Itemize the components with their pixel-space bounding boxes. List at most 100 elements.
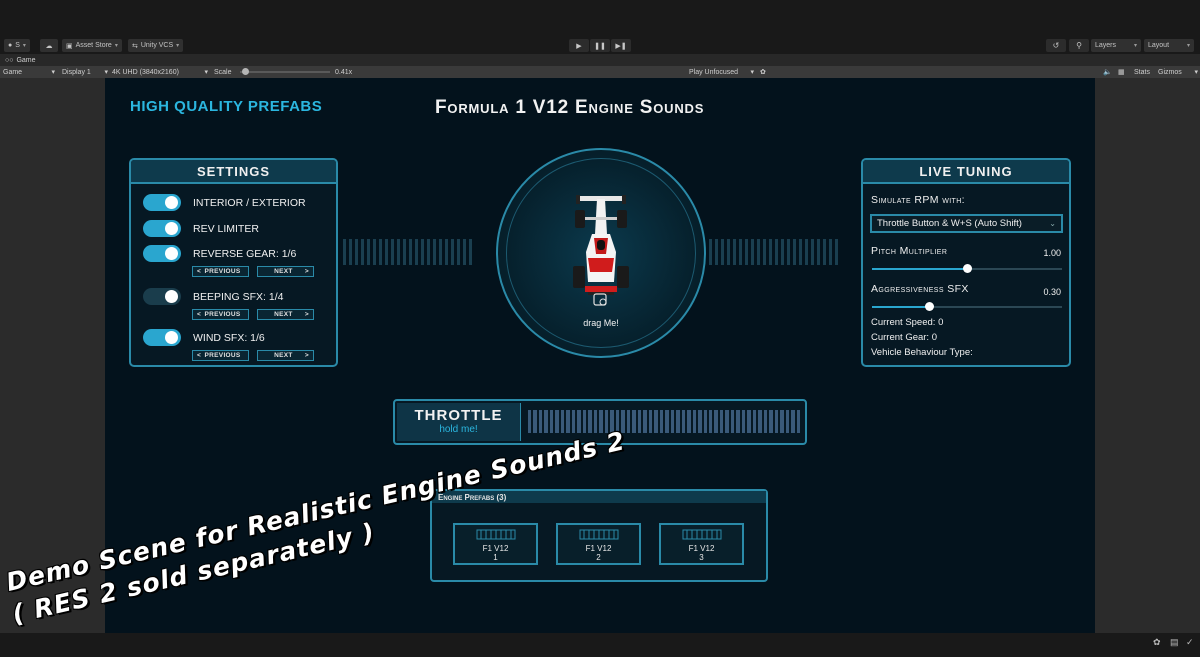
pitch-slider-knob[interactable] xyxy=(963,264,972,273)
setting-beeping-sfx: BEEPING SFX: 1/4 xyxy=(143,288,283,305)
play-mode-select[interactable]: Play Unfocused ▾ xyxy=(689,67,754,77)
drag-label: drag Me! xyxy=(583,318,619,328)
vcs-label: Unity VCS xyxy=(140,42,174,49)
vcs-dropdown[interactable]: ⇆ Unity VCS ▾ xyxy=(128,39,184,52)
scale-slider-knob[interactable] xyxy=(241,68,249,75)
previous-button[interactable]: < PREVIOUS xyxy=(192,309,249,320)
engine-icon xyxy=(682,529,721,540)
prefab-name: F1 V12 xyxy=(482,544,509,553)
toggle-knob xyxy=(165,222,178,235)
current-speed: Current Speed: 0 xyxy=(871,317,944,328)
wind-sfx-nav: < PREVIOUS NEXT > xyxy=(192,350,314,361)
cloud-icon: ☁ xyxy=(45,42,53,50)
setting-label: INTERIOR / EXTERIOR xyxy=(193,196,306,209)
next-button[interactable]: NEXT > xyxy=(257,350,314,361)
pause-button[interactable]: ❚❚ xyxy=(590,39,610,52)
throttle-subtitle: hold me! xyxy=(439,424,478,435)
chevron-right-icon: > xyxy=(304,311,309,318)
play-button[interactable]: ▶ xyxy=(569,39,589,52)
view-select[interactable]: Game ▾ xyxy=(3,67,55,77)
setting-label: REVERSE GEAR: 1/6 xyxy=(193,247,297,260)
chevron-down-icon: ▾ xyxy=(750,69,754,76)
game-tab-bar: ○○ Game xyxy=(0,54,1200,66)
reverse-gear-toggle[interactable] xyxy=(143,245,181,262)
gizmos-dropdown[interactable]: Gizmos ▾ xyxy=(1158,67,1198,77)
setting-label: REV LIMITER xyxy=(193,222,259,235)
next-label: NEXT xyxy=(274,352,293,359)
prefab-name: F1 V12 xyxy=(585,544,612,553)
play-controls: ▶ ❚❚ ▶❚ xyxy=(569,39,631,52)
layers-dropdown[interactable]: Layers ▾ xyxy=(1091,39,1141,52)
engine-icon xyxy=(476,529,515,540)
check-status-icon[interactable]: ✓ xyxy=(1186,637,1197,648)
play-mode-label: Play Unfocused xyxy=(689,68,739,76)
rev-limiter-toggle[interactable] xyxy=(143,220,181,237)
scale-slider-track[interactable] xyxy=(240,71,330,73)
layout-dropdown[interactable]: Layout ▾ xyxy=(1144,39,1194,52)
previous-label: PREVIOUS xyxy=(204,268,241,275)
cloud-button[interactable]: ☁ xyxy=(40,39,58,52)
pitch-slider[interactable] xyxy=(872,264,1062,273)
step-button[interactable]: ▶❚ xyxy=(611,39,631,52)
wind-sfx-toggle[interactable] xyxy=(143,329,181,346)
editor-status-bar xyxy=(0,633,1200,657)
history-button[interactable]: ↺ xyxy=(1046,39,1066,52)
scale-label: Scale xyxy=(214,68,232,76)
pitch-multiplier-value: 1.00 xyxy=(1043,248,1061,258)
previous-button[interactable]: < PREVIOUS xyxy=(192,350,249,361)
beeping-sfx-toggle[interactable] xyxy=(143,288,181,305)
settings-panel: SETTINGS INTERIOR / EXTERIOR REV LIMITER… xyxy=(129,158,338,367)
stats-button[interactable]: Stats xyxy=(1134,67,1150,77)
account-dropdown[interactable]: ● S ▾ xyxy=(4,39,30,52)
beeping-sfx-nav: < PREVIOUS NEXT > xyxy=(192,309,314,320)
chevron-down-icon: ▾ xyxy=(1186,43,1190,49)
aggressiveness-slider-knob[interactable] xyxy=(925,302,934,311)
simulate-rpm-selected: Throttle Button & W+S (Auto Shift) xyxy=(877,218,1022,229)
search-button[interactable]: ⚲ xyxy=(1069,39,1089,52)
prefab-card-2[interactable]: F1 V12 2 xyxy=(556,523,641,565)
prefab-card-1[interactable]: F1 V12 1 xyxy=(453,523,538,565)
store-icon: ▣ xyxy=(66,42,73,50)
prefab-card-3[interactable]: F1 V12 3 xyxy=(659,523,744,565)
setting-wind-sfx: WIND SFX: 1/6 xyxy=(143,329,265,346)
aggressiveness-slider[interactable] xyxy=(872,302,1062,311)
bug-status-icon[interactable]: ✿ xyxy=(1153,637,1164,648)
aggressiveness-value: 0.30 xyxy=(1043,287,1061,297)
editor-toolbar: ● S ▾ ☁ ▣ Asset Store ▾ ⇆ Unity VCS ▾ ▶ … xyxy=(0,38,1200,54)
layers-label: Layers xyxy=(1095,42,1117,49)
asset-store-dropdown[interactable]: ▣ Asset Store ▾ xyxy=(62,39,122,52)
setting-reverse-gear: REVERSE GEAR: 1/6 xyxy=(143,245,296,262)
toggle-knob xyxy=(165,331,178,344)
simulate-rpm-label: Simulate RPM with: xyxy=(871,194,965,206)
audio-icon[interactable]: 🔈 xyxy=(1103,67,1112,77)
tab-game[interactable]: Game xyxy=(16,57,35,64)
setting-interior-exterior: INTERIOR / EXTERIOR xyxy=(143,194,306,211)
pitch-multiplier-label: Pitch Multiplier xyxy=(871,245,948,257)
previous-button[interactable]: < PREVIOUS xyxy=(192,266,249,277)
setting-label: WIND SFX: 1/6 xyxy=(193,331,265,344)
display-select-label: Display 1 xyxy=(62,68,91,76)
interior-exterior-toggle[interactable] xyxy=(143,194,181,211)
next-button[interactable]: NEXT > xyxy=(257,309,314,320)
layers-status-icon[interactable]: ▤ xyxy=(1170,637,1181,648)
scale-value: 0.41x xyxy=(335,68,353,76)
resolution-select-label: 4K UHD (3840x2160) xyxy=(112,68,179,76)
resolution-select[interactable]: 4K UHD (3840x2160) ▾ xyxy=(112,67,208,77)
gizmos-label: Gizmos xyxy=(1158,68,1182,76)
step-icon: ▶❚ xyxy=(615,42,627,50)
vehicle-behaviour-type: Vehicle Behaviour Type: xyxy=(871,347,973,358)
previous-label: PREVIOUS xyxy=(204,352,241,359)
simulate-rpm-dropdown[interactable]: Throttle Button & W+S (Auto Shift) ⌄ xyxy=(870,214,1063,233)
aspect-icon[interactable]: ▦ xyxy=(1118,67,1125,77)
display-select[interactable]: Display 1 ▾ xyxy=(62,67,108,77)
car-drag-area[interactable]: drag Me! xyxy=(496,148,706,358)
chevron-right-icon: > xyxy=(304,352,309,359)
chevron-down-icon: ▾ xyxy=(104,69,108,76)
game-view-toolbar: Game ▾ Display 1 ▾ 4K UHD (3840x2160) ▾ … xyxy=(0,66,1200,78)
throttle-button[interactable]: THROTTLE hold me! xyxy=(397,403,521,441)
editor-top-bar xyxy=(0,0,1200,38)
next-button[interactable]: NEXT > xyxy=(257,266,314,277)
bug-icon[interactable]: ✿ xyxy=(760,67,766,77)
game-view: HIGH QUALITY PREFABS Formula 1 V12 Engin… xyxy=(105,78,1095,633)
chevron-down-icon: ▾ xyxy=(176,43,180,49)
